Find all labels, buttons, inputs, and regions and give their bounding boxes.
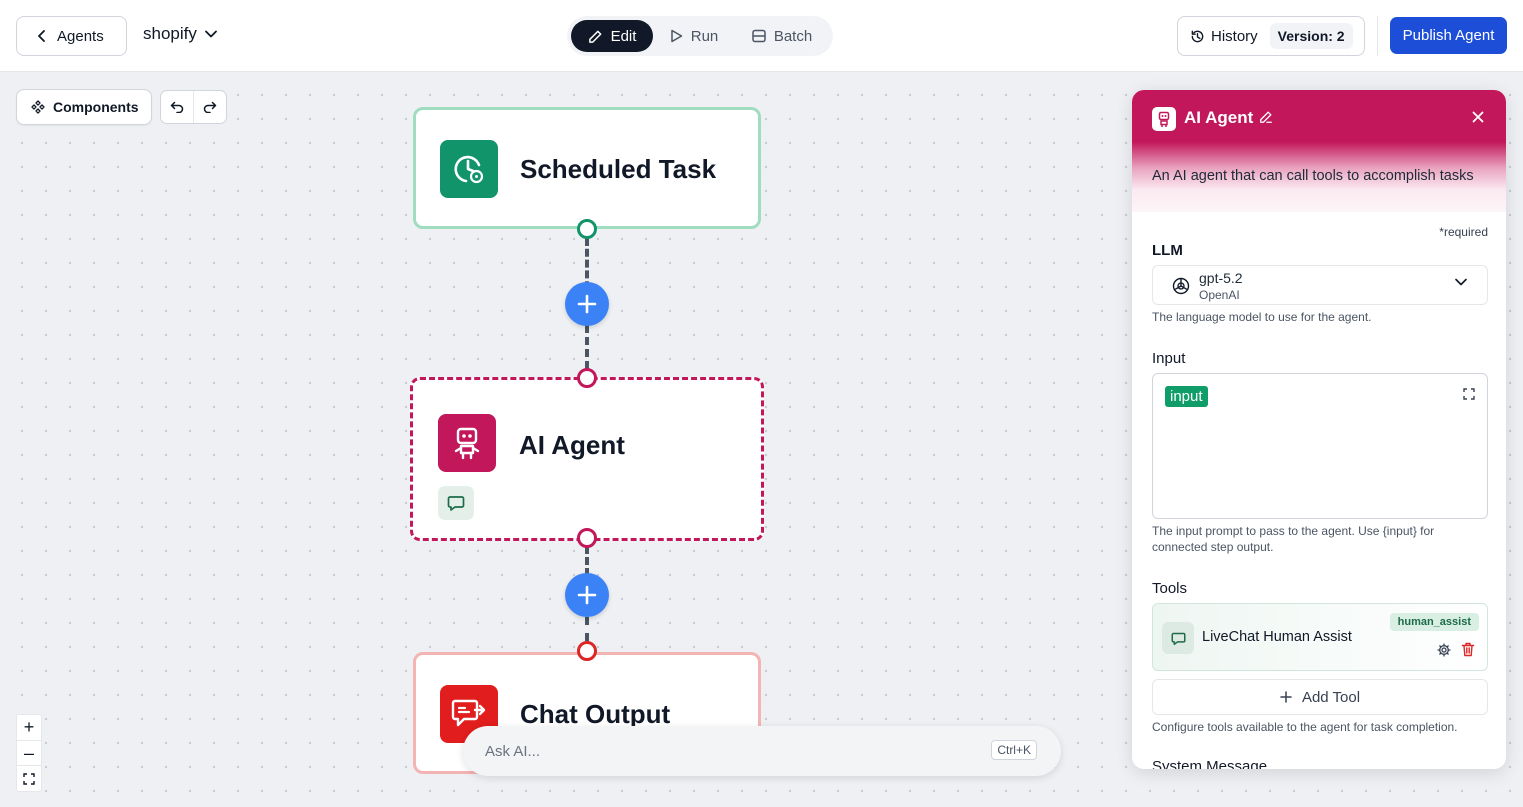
pencil-icon: [1260, 111, 1272, 123]
llm-label: LLM: [1152, 242, 1183, 259]
ask-ai-input[interactable]: Ask AI... Ctrl+K: [463, 726, 1061, 776]
input-variable-token[interactable]: input: [1165, 386, 1208, 407]
close-panel-button[interactable]: [1472, 110, 1484, 128]
history-icon: [1191, 30, 1204, 42]
input-help: The input prompt to pass to the agent. U…: [1152, 524, 1435, 554]
input-label: Input: [1152, 350, 1186, 367]
tab-run[interactable]: Run: [653, 20, 735, 52]
tool-item[interactable]: LiveChat Human Assist human_assist: [1152, 603, 1488, 671]
pencil-icon: [588, 30, 601, 43]
tool-delete-button[interactable]: [1461, 642, 1475, 662]
plus-icon: [577, 585, 597, 605]
expand-icon: [1463, 388, 1475, 400]
tools-label: Tools: [1152, 580, 1188, 597]
close-icon: [1472, 111, 1484, 123]
chevron-left-icon: [38, 30, 45, 42]
chat-bubble-icon: [1162, 622, 1194, 654]
project-name: shopify: [143, 24, 197, 43]
zoom-out-button[interactable]: –: [17, 739, 41, 766]
llm-select[interactable]: gpt-5.2 OpenAI: [1152, 265, 1488, 305]
add-step-button[interactable]: [565, 282, 609, 326]
edge-add-to-agent: [585, 325, 589, 369]
plus-icon: [577, 294, 597, 314]
llm-help: The language model to use for the agent.: [1152, 310, 1372, 324]
fit-view-icon: [23, 772, 35, 785]
node-title: AI Agent: [519, 430, 625, 460]
add-tool-button[interactable]: Add Tool: [1152, 679, 1488, 715]
chevron-down-icon: [204, 30, 217, 38]
clock-icon: [440, 140, 498, 198]
robot-icon: [438, 414, 496, 472]
tab-batch[interactable]: Batch: [735, 20, 829, 52]
fit-view-button[interactable]: [17, 765, 41, 791]
llm-model-name: gpt-5.2: [1199, 270, 1243, 286]
redo-icon: [203, 101, 217, 113]
project-selector[interactable]: shopify: [143, 24, 217, 44]
tool-badge: human_assist: [1389, 613, 1479, 631]
back-to-agents-button[interactable]: Agents: [16, 16, 127, 56]
table-icon: [752, 29, 766, 43]
output-port[interactable]: [577, 528, 597, 548]
chevron-down-icon: [1455, 278, 1467, 286]
panel-header: AI Agent An AI agent that can call tools…: [1132, 90, 1506, 212]
gear-icon: [1437, 643, 1451, 657]
top-bar: Agents shopify Edit Run Batch History Ve…: [0, 0, 1523, 72]
node-scheduled-task[interactable]: Scheduled Task: [413, 107, 761, 229]
required-note: *required: [1439, 225, 1488, 239]
add-step-button[interactable]: [565, 573, 609, 617]
panel-title: AI Agent: [1184, 108, 1254, 127]
node-ai-agent[interactable]: AI Agent: [410, 377, 764, 541]
version-badge: Version: 2: [1269, 23, 1353, 49]
tool-settings-button[interactable]: [1437, 643, 1451, 662]
edge-add-to-output: [585, 617, 589, 641]
zoom-in-button[interactable]: +: [17, 715, 41, 740]
shortcut-hint: Ctrl+K: [991, 740, 1037, 760]
input-port[interactable]: [577, 368, 597, 388]
output-port[interactable]: [577, 219, 597, 239]
undo-icon: [170, 101, 184, 113]
input-port[interactable]: [577, 641, 597, 661]
tool-name: LiveChat Human Assist: [1202, 629, 1352, 645]
tools-help: Configure tools available to the agent f…: [1152, 720, 1458, 734]
chat-bubble-icon: [447, 496, 465, 511]
properties-panel: AI Agent An AI agent that can call tools…: [1132, 90, 1506, 769]
back-label: Agents: [57, 27, 104, 45]
tab-run-label: Run: [690, 27, 719, 45]
edge-agent-to-add: [585, 546, 589, 576]
components-button[interactable]: Components: [16, 89, 152, 125]
topbar-divider: [1377, 16, 1378, 56]
ask-ai-placeholder: Ask AI...: [485, 742, 541, 760]
openai-icon: [1172, 277, 1190, 295]
tab-edit-label: Edit: [610, 27, 637, 45]
add-tool-label: Add Tool: [1301, 688, 1361, 706]
node-title: Scheduled Task: [520, 154, 717, 184]
zoom-controls: + –: [16, 714, 42, 792]
tab-edit[interactable]: Edit: [571, 20, 653, 52]
trash-icon: [1461, 642, 1475, 657]
history-button[interactable]: History Version: 2: [1177, 16, 1365, 56]
llm-provider: OpenAI: [1199, 288, 1240, 302]
undo-redo-group: [160, 90, 227, 124]
tab-batch-label: Batch: [773, 27, 813, 45]
undo-button[interactable]: [161, 91, 193, 123]
plus-icon: [1280, 691, 1292, 703]
mode-toggle: Edit Run Batch: [567, 16, 833, 56]
redo-button[interactable]: [193, 91, 226, 123]
rename-button[interactable]: [1259, 110, 1273, 129]
components-icon: [31, 100, 45, 114]
play-icon: [670, 29, 682, 43]
publish-agent-button[interactable]: Publish Agent: [1390, 17, 1507, 54]
robot-icon: [1152, 107, 1176, 131]
components-label: Components: [53, 99, 139, 115]
system-message-label: System Message: [1152, 758, 1268, 769]
history-label: History: [1211, 27, 1258, 45]
attached-tool-chip[interactable]: [438, 486, 474, 520]
input-prompt-field[interactable]: input: [1152, 373, 1488, 519]
panel-description: An AI agent that can call tools to accom…: [1152, 168, 1474, 184]
